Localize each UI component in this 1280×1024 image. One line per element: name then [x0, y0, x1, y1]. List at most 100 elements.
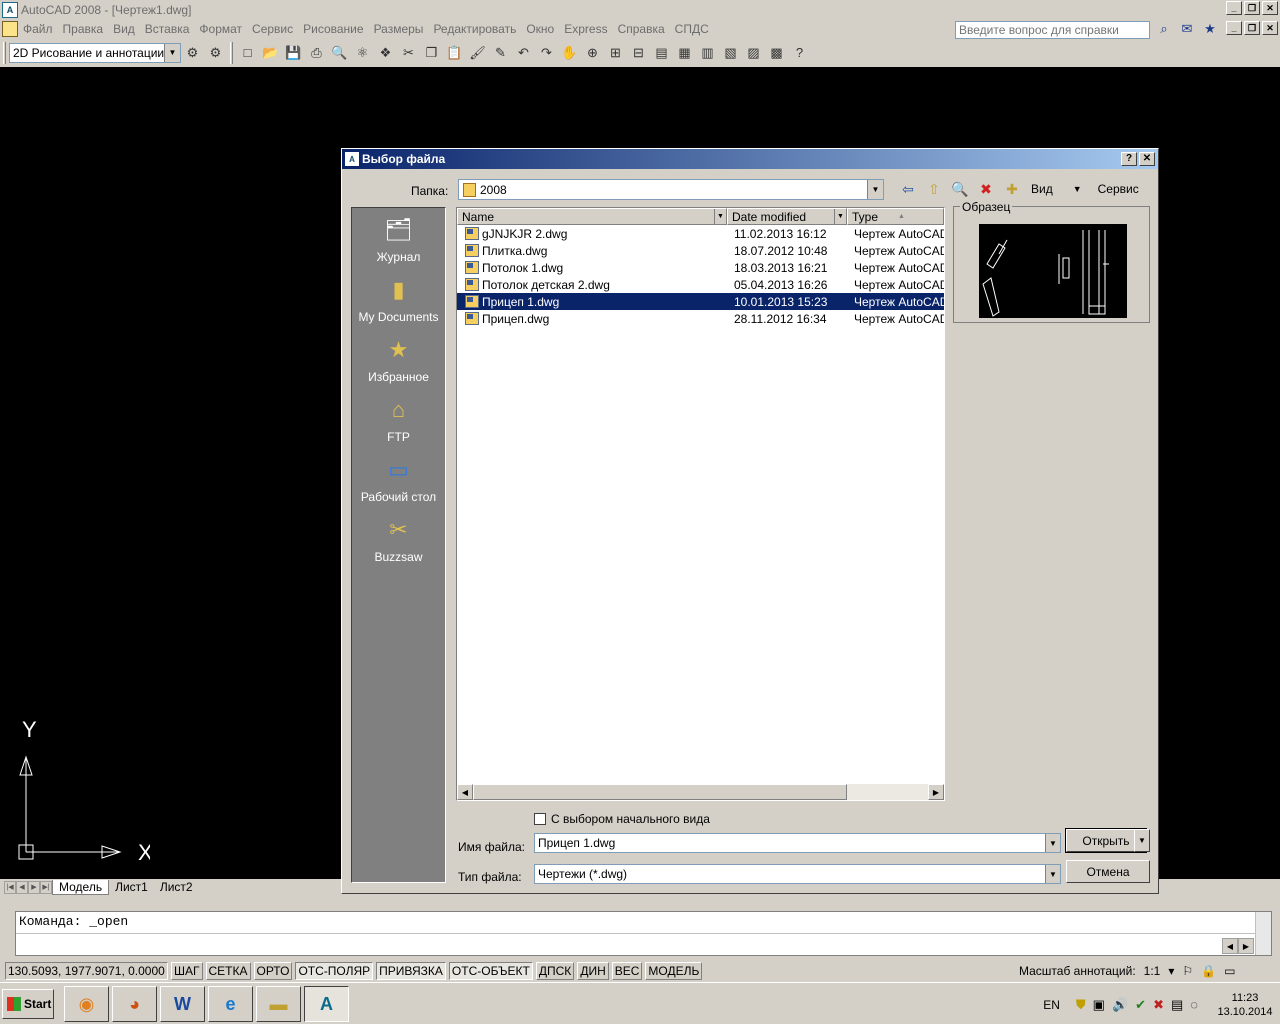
zoom-window-icon[interactable]: ⊞: [604, 42, 627, 64]
chevron-down-icon[interactable]: ▼: [834, 209, 846, 224]
workspace-save-icon[interactable]: ⚙: [204, 42, 227, 64]
autocad-task-icon[interactable]: A: [304, 986, 349, 1022]
menu-insert[interactable]: Вставка: [140, 22, 195, 36]
file-row[interactable]: Потолок 1.dwg 18.03.2013 16:21 Чертеж Au…: [457, 259, 944, 276]
security-shield-icon[interactable]: ⛊: [1076, 997, 1086, 1013]
network-icon[interactable]: ▣: [1093, 997, 1105, 1013]
annotation-scale-value[interactable]: 1:1: [1144, 964, 1161, 978]
start-button[interactable]: Start: [2, 989, 54, 1019]
chevron-down-icon[interactable]: ▼: [1161, 184, 1170, 194]
chevron-down-icon[interactable]: ▼: [1073, 184, 1082, 194]
chevron-down-icon[interactable]: ▼: [1045, 865, 1060, 883]
lock-icon[interactable]: 🔒: [1201, 964, 1216, 978]
menu-tools[interactable]: Сервис: [247, 22, 298, 36]
sound-icon[interactable]: ◌: [1190, 997, 1198, 1013]
network-error-icon[interactable]: ✖: [1153, 997, 1164, 1013]
status-dyn[interactable]: ДИН: [577, 962, 609, 980]
place-favorites[interactable]: ★ Избранное: [352, 334, 445, 384]
file-row[interactable]: gJNJKJR 2.dwg 11.02.2013 16:12 Чертеж Au…: [457, 225, 944, 242]
tab-model[interactable]: Модель: [52, 879, 110, 895]
folder-select[interactable]: 2008 ▼: [458, 179, 884, 200]
scrollbar-thumb[interactable]: [473, 784, 847, 800]
initial-view-checkbox[interactable]: [534, 813, 546, 825]
scroll-right-icon[interactable]: ▶: [928, 784, 944, 800]
file-row[interactable]: Плитка.dwg 18.07.2012 10:48 Чертеж AutoC…: [457, 242, 944, 259]
coordinates-readout[interactable]: 130.5093, 1977.9071, 0.0000: [5, 962, 168, 980]
markup-icon[interactable]: ▨: [742, 42, 765, 64]
autocad-icon[interactable]: A: [2, 1, 18, 18]
status-lwt[interactable]: ВЕС: [611, 962, 643, 980]
cancel-button[interactable]: Отмена: [1066, 860, 1150, 883]
open-icon[interactable]: 📂: [259, 42, 282, 64]
file-row[interactable]: Прицеп.dwg 28.11.2012 16:34 Чертеж AutoC…: [457, 310, 944, 327]
document-icon[interactable]: [2, 20, 18, 37]
status-model[interactable]: МОДЕЛЬ: [645, 962, 703, 980]
word-icon[interactable]: W: [160, 986, 205, 1022]
pan-icon[interactable]: ✋: [558, 42, 581, 64]
firefox-icon[interactable]: ◕: [112, 986, 157, 1022]
clock[interactable]: 11:23 13.10.2014: [1210, 991, 1280, 1019]
command-scrollbar[interactable]: [1255, 912, 1271, 955]
chevron-down-icon[interactable]: ▼: [1045, 834, 1060, 852]
status-grid[interactable]: СЕТКА: [205, 962, 251, 980]
tab-first-icon[interactable]: |◀: [4, 880, 16, 894]
tab-prev-icon[interactable]: ◀: [16, 880, 28, 894]
paste-icon[interactable]: 📋: [443, 42, 466, 64]
file-row-selected[interactable]: Прицеп 1.dwg 10.01.2013 15:23 Чертеж Aut…: [457, 293, 944, 310]
search-web-icon[interactable]: 🔍: [949, 179, 971, 199]
scroll-left-icon[interactable]: ◀: [1222, 938, 1238, 954]
menu-modify[interactable]: Редактировать: [428, 22, 521, 36]
column-date-modified[interactable]: Date modified ▼: [727, 208, 847, 225]
up-folder-icon[interactable]: ⇧: [923, 179, 945, 199]
tool-palettes-icon[interactable]: ▥: [696, 42, 719, 64]
doc-close-button[interactable]: ✕: [1262, 21, 1278, 35]
properties-icon[interactable]: ▤: [650, 42, 673, 64]
volume-icon[interactable]: 🔊: [1112, 997, 1128, 1013]
communication-center-icon[interactable]: ✉: [1177, 20, 1197, 38]
dialog-help-button[interactable]: ?: [1121, 152, 1137, 166]
clean-screen-icon[interactable]: ▭: [1224, 964, 1235, 978]
help-search-input[interactable]: [955, 21, 1150, 39]
copy-icon[interactable]: ❐: [420, 42, 443, 64]
internet-explorer-icon[interactable]: e: [208, 986, 253, 1022]
tools-menu[interactable]: Сервис: [1098, 182, 1139, 196]
block-editor-icon[interactable]: ✎: [489, 42, 512, 64]
menu-file[interactable]: Файл: [18, 22, 58, 36]
favorites-icon[interactable]: ★: [1200, 20, 1220, 38]
menu-edit[interactable]: Правка: [58, 22, 109, 36]
dialog-close-button[interactable]: ✕: [1139, 152, 1155, 166]
status-otrack[interactable]: ОТС-ОБЪЕКТ: [448, 962, 533, 980]
file-list[interactable]: Name ▼ Date modified ▼ Type ▲ gJNJKJR 2.…: [456, 207, 945, 801]
place-ftp[interactable]: ⌂ FTP: [352, 394, 445, 444]
workspace-settings-icon[interactable]: ⚙: [181, 42, 204, 64]
place-desktop[interactable]: ▭ Рабочий стол: [352, 454, 445, 504]
status-ortho[interactable]: ОРТО: [253, 962, 293, 980]
status-polar[interactable]: ОТС-ПОЛЯР: [295, 962, 374, 980]
status-osnap[interactable]: ПРИВЯЗКА: [376, 962, 446, 980]
print-icon[interactable]: ⎙: [305, 42, 328, 64]
views-menu[interactable]: Вид: [1031, 182, 1053, 196]
cut-icon[interactable]: ✂: [397, 42, 420, 64]
undo-icon[interactable]: ↶: [512, 42, 535, 64]
language-indicator[interactable]: EN: [1043, 998, 1060, 1012]
scroll-left-icon[interactable]: ◀: [457, 784, 473, 800]
menu-window[interactable]: Окно: [521, 22, 559, 36]
new-icon[interactable]: □: [236, 42, 259, 64]
devices-icon[interactable]: ▤: [1171, 997, 1183, 1013]
filetype-select[interactable]: Чертежи (*.dwg) ▼: [534, 864, 1061, 884]
3d-dwf-icon[interactable]: ❖: [374, 42, 397, 64]
doc-minimize-button[interactable]: _: [1226, 21, 1242, 35]
menu-draw[interactable]: Рисование: [298, 22, 368, 36]
restore-button[interactable]: ❐: [1244, 1, 1260, 15]
zoom-previous-icon[interactable]: ⊟: [627, 42, 650, 64]
open-options-dropdown[interactable]: ▼: [1134, 829, 1150, 852]
status-ducs[interactable]: ДПСК: [535, 962, 575, 980]
doc-restore-button[interactable]: ❐: [1244, 21, 1260, 35]
zoom-realtime-icon[interactable]: ⊕: [581, 42, 604, 64]
delete-icon[interactable]: ✖: [975, 179, 997, 199]
file-row[interactable]: Потолок детская 2.dwg 05.04.2013 16:26 Ч…: [457, 276, 944, 293]
print-preview-icon[interactable]: 🔍: [328, 42, 351, 64]
chevron-down-icon[interactable]: ▾: [1168, 964, 1174, 978]
close-button[interactable]: ✕: [1262, 1, 1278, 15]
place-buzzsaw[interactable]: ✂ Buzzsaw: [352, 514, 445, 564]
